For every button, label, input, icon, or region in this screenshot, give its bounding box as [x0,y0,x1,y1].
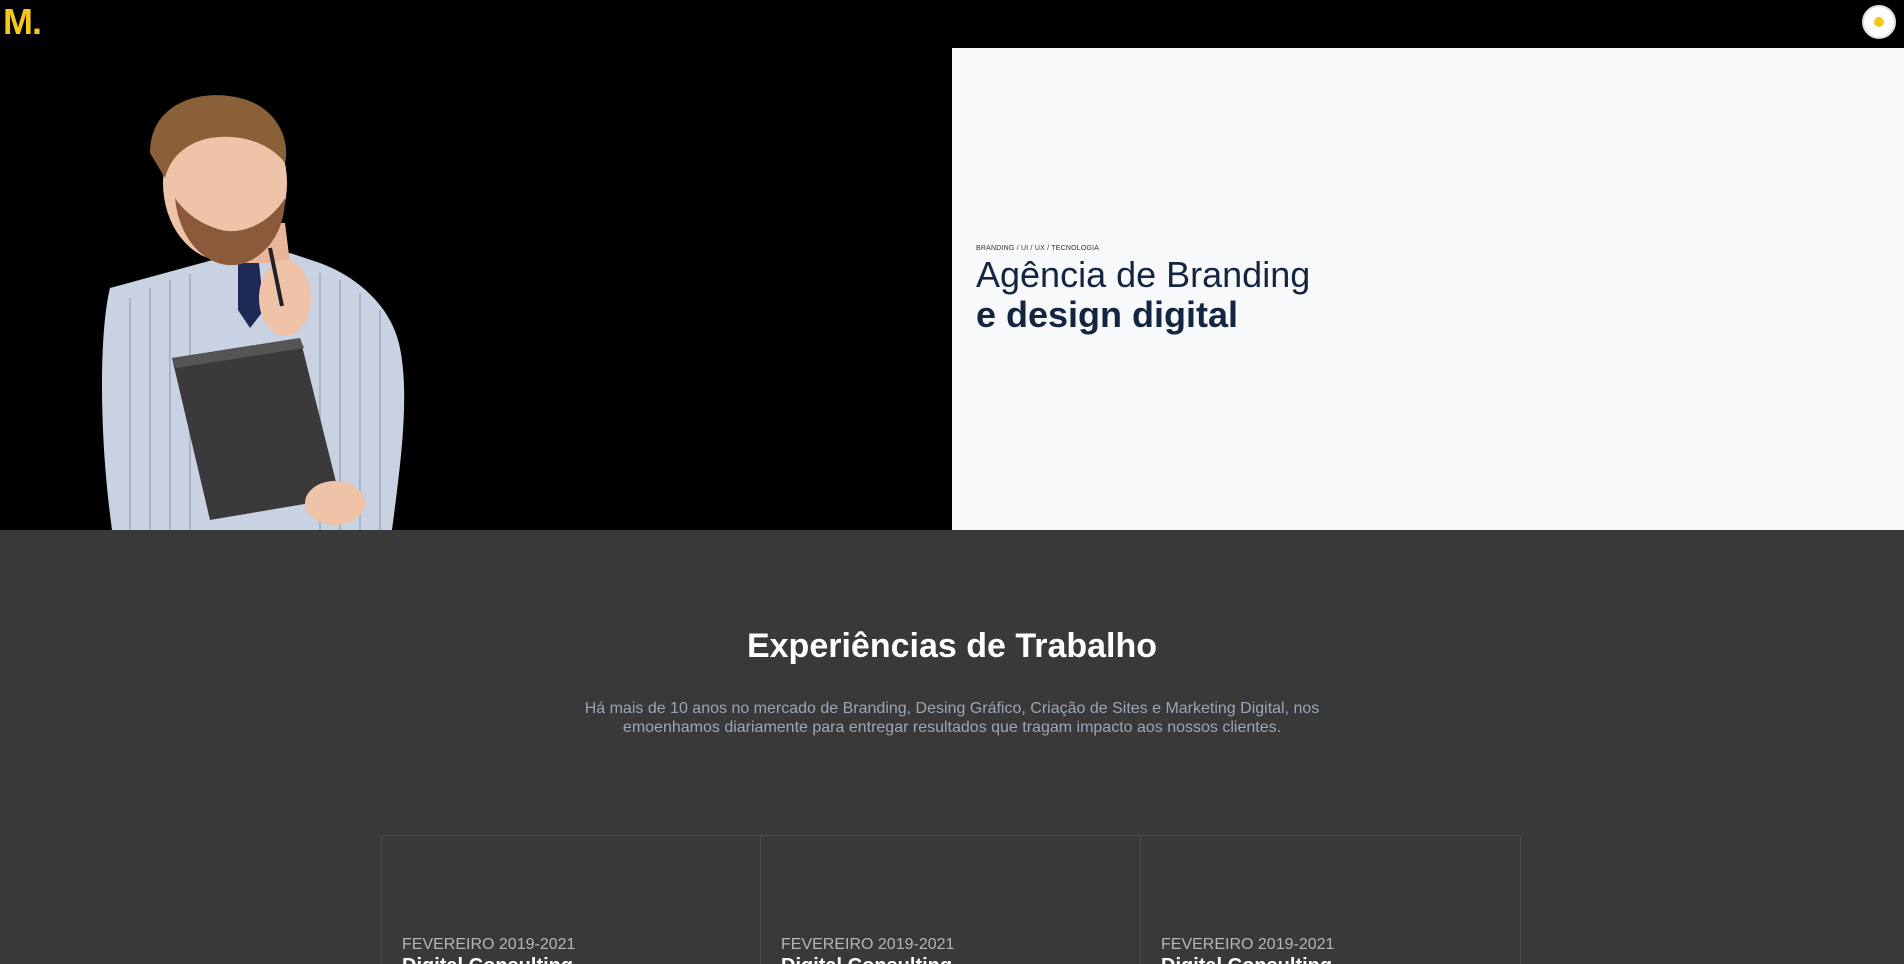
hero-title-line1: Agência de Branding [976,254,1311,295]
hero-image-panel [0,48,952,530]
section-description: Há mais de 10 anos no mercado de Brandin… [584,700,1320,736]
card-title: Digital Consulting [402,955,573,964]
experience-cards: FEVEREIRO 2019-2021 Digital Consulting F… [381,835,1522,964]
page: M. BRANDING / UI / UX / TECNOLOGIA Agênc… [0,0,1904,964]
card-date: FEVEREIRO 2019-2021 [1161,936,1335,953]
hero-title-line2: e design digital [976,294,1239,335]
section-title: Experiências de Trabalho [746,627,1158,665]
experience-card[interactable]: FEVEREIRO 2019-2021 Digital Consulting [761,835,1141,964]
top-bar: M. [0,0,1904,48]
hero-tagline: BRANDING / UI / UX / TECNOLOGIA [976,245,1100,252]
experience-card[interactable]: FEVEREIRO 2019-2021 Digital Consulting [381,835,761,964]
card-title: Digital Consulting [1161,955,1332,964]
sun-icon [1874,17,1884,27]
theme-toggle-button[interactable] [1862,5,1896,39]
person-image [102,95,405,530]
card-title: Digital Consulting [781,955,952,964]
card-date: FEVEREIRO 2019-2021 [402,936,576,953]
card-date: FEVEREIRO 2019-2021 [781,936,955,953]
logo[interactable]: M. [3,2,42,42]
experience-card[interactable]: FEVEREIRO 2019-2021 Digital Consulting [1141,835,1521,964]
hero-text-panel: BRANDING / UI / UX / TECNOLOGIA Agência … [952,48,1904,530]
